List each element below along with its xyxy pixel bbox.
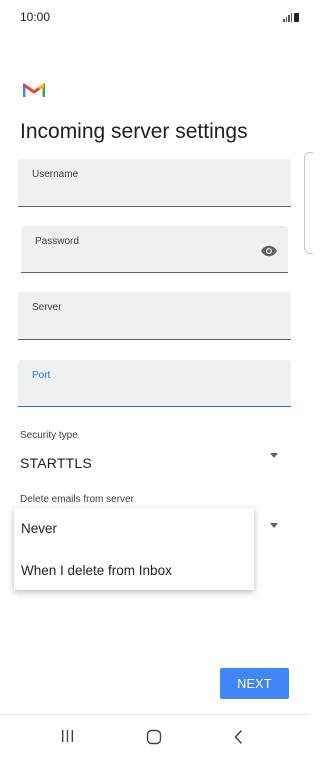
next-button[interactable]: NEXT (220, 668, 289, 699)
signal-icon (283, 13, 292, 22)
back-icon[interactable] (233, 729, 243, 745)
delete-emails-menu: Never When I delete from Inbox (14, 508, 254, 590)
edge-panel-handle[interactable] (304, 152, 313, 254)
menu-option-when-deleted[interactable]: When I delete from Inbox (21, 563, 172, 578)
security-dropdown-icon[interactable] (270, 453, 278, 458)
eye-icon[interactable] (260, 242, 278, 260)
gmail-logo-icon (23, 83, 45, 97)
home-icon[interactable] (146, 729, 162, 745)
delete-emails-label: Delete emails from server (20, 494, 134, 505)
security-type-label: Security type (20, 430, 78, 441)
delete-emails-dropdown-icon[interactable] (270, 523, 278, 528)
password-field[interactable]: Password (21, 226, 288, 273)
status-icons (283, 12, 299, 22)
username-label: Username (32, 169, 79, 180)
menu-option-never[interactable]: Never (21, 521, 57, 536)
password-label: Password (35, 236, 79, 247)
status-time: 10:00 (20, 10, 51, 24)
recent-apps-icon[interactable] (61, 729, 74, 743)
security-type-value[interactable]: STARTTLS (20, 455, 92, 471)
page-title: Incoming server settings (20, 120, 248, 143)
server-label: Server (32, 302, 62, 313)
username-field[interactable]: Username (18, 159, 291, 207)
battery-icon (294, 13, 299, 22)
server-field[interactable]: Server (18, 292, 291, 340)
port-label: Port (32, 370, 51, 381)
port-field[interactable]: Port (18, 360, 291, 407)
navigation-bar (0, 714, 309, 757)
